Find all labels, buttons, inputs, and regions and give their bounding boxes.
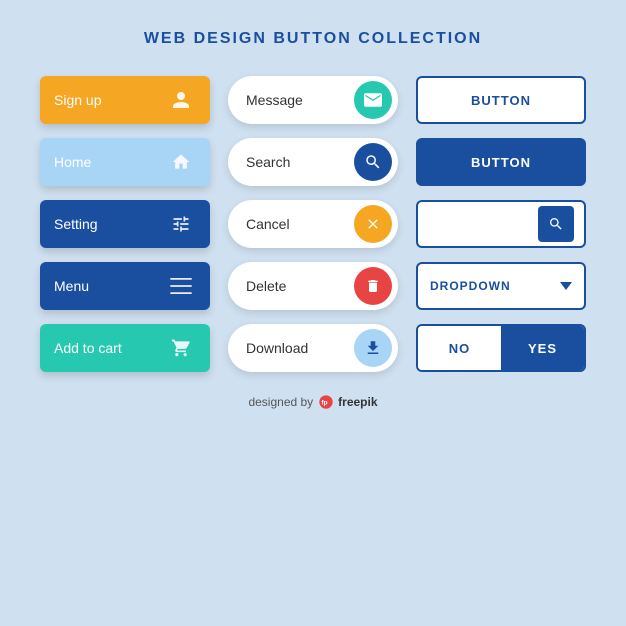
yes-button[interactable]: YES xyxy=(501,326,584,370)
chevron-down-icon xyxy=(560,282,572,290)
home-label: Home xyxy=(54,154,91,170)
button-grid: Sign up Message BUTTON Home Search xyxy=(40,76,586,372)
search-button[interactable]: Search xyxy=(228,138,398,186)
svg-text:fp: fp xyxy=(322,400,328,407)
no-label: NO xyxy=(449,341,471,356)
envelope-icon xyxy=(354,81,392,119)
footer-text: designed by xyxy=(248,395,313,409)
no-button[interactable]: NO xyxy=(418,326,501,370)
search-box-icon xyxy=(538,206,574,242)
menu-button[interactable]: Menu xyxy=(40,262,210,310)
dropdown-button[interactable]: DROPDOWN xyxy=(416,262,586,310)
search-box[interactable] xyxy=(416,200,586,248)
setting-button[interactable]: Setting xyxy=(40,200,210,248)
add-to-cart-label: Add to cart xyxy=(54,340,122,356)
menu-label: Menu xyxy=(54,278,89,294)
brand-name: freepik xyxy=(338,395,377,409)
outline-button-1-label: BUTTON xyxy=(471,93,531,108)
message-label: Message xyxy=(246,92,303,108)
dropdown-label: DROPDOWN xyxy=(430,279,511,293)
menu-icon xyxy=(166,271,196,301)
download-icon xyxy=(354,329,392,367)
signup-button[interactable]: Sign up xyxy=(40,76,210,124)
download-button[interactable]: Download xyxy=(228,324,398,372)
outline-button-1[interactable]: BUTTON xyxy=(416,76,586,124)
no-yes-button[interactable]: NO YES xyxy=(416,324,586,372)
cancel-button[interactable]: Cancel xyxy=(228,200,398,248)
add-to-cart-button[interactable]: Add to cart xyxy=(40,324,210,372)
signup-label: Sign up xyxy=(54,92,101,108)
settings-icon xyxy=(166,209,196,239)
cancel-label: Cancel xyxy=(246,216,290,232)
trash-icon xyxy=(354,267,392,305)
home-icon xyxy=(166,147,196,177)
delete-button[interactable]: Delete xyxy=(228,262,398,310)
freepik-logo: fp freepik xyxy=(318,394,377,410)
home-button[interactable]: Home xyxy=(40,138,210,186)
footer: designed by fp freepik xyxy=(248,394,377,410)
search-label: Search xyxy=(246,154,290,170)
yes-label: YES xyxy=(528,341,557,356)
x-icon xyxy=(354,205,392,243)
filled-button-1[interactable]: BUTTON xyxy=(416,138,586,186)
search-icon xyxy=(354,143,392,181)
person-icon xyxy=(166,85,196,115)
page-title: WEB DESIGN BUTTON COLLECTION xyxy=(144,30,482,48)
filled-button-1-label: BUTTON xyxy=(471,155,531,170)
download-label: Download xyxy=(246,340,308,356)
setting-label: Setting xyxy=(54,216,98,232)
delete-label: Delete xyxy=(246,278,286,294)
message-button[interactable]: Message xyxy=(228,76,398,124)
cart-icon xyxy=(166,333,196,363)
